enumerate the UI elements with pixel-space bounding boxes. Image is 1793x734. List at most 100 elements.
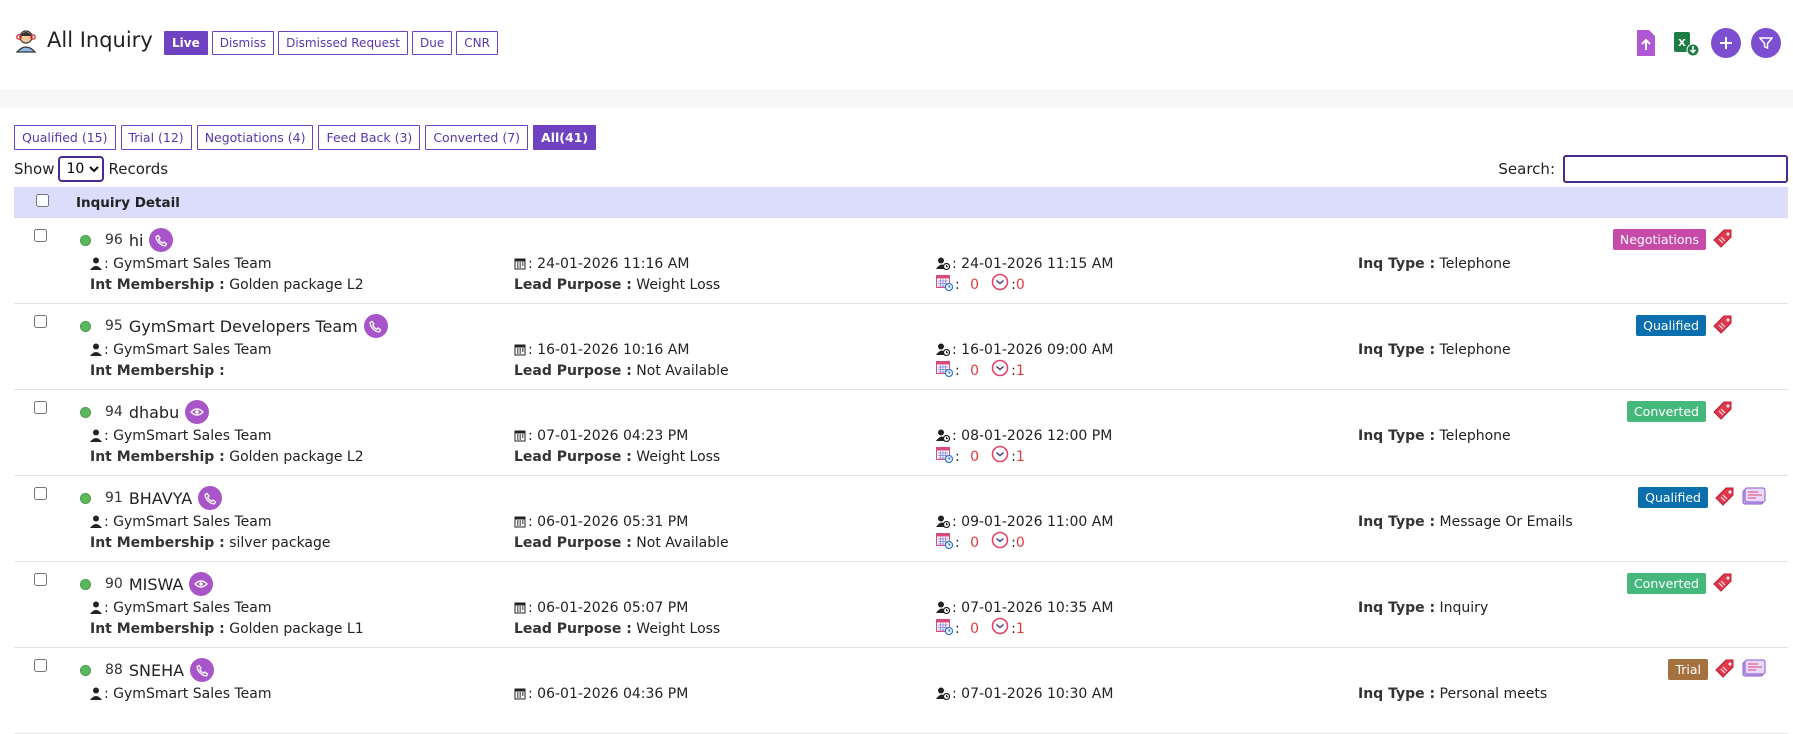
followup-date: : 08-01-2026 12:00 PM xyxy=(936,428,1112,444)
overdue-count: 0 xyxy=(1015,277,1025,293)
inquiry-name[interactable]: MISWA xyxy=(129,575,184,594)
status-dot xyxy=(80,406,91,418)
inquiry-title: 95 GymSmart Developers Team xyxy=(80,314,388,338)
schedule-count: 0 xyxy=(970,621,980,637)
inquiry-mode-badge[interactable] xyxy=(149,228,174,252)
schedule-calendar-icon xyxy=(936,619,953,635)
filter-tab-all[interactable]: All(41) xyxy=(533,125,597,150)
status-tabs: Live Dismiss Dismissed Request Due CNR xyxy=(164,31,498,55)
stage-actions: Converted xyxy=(1626,400,1734,422)
created-date-value: : 16-01-2026 10:16 AM xyxy=(528,342,690,358)
price-tag-icon[interactable] xyxy=(1712,228,1734,250)
upload-icon[interactable] xyxy=(1631,28,1661,58)
calendar-icon xyxy=(514,344,526,356)
row-checkbox[interactable] xyxy=(34,401,47,414)
status-tab-dismissed-request[interactable]: Dismissed Request xyxy=(278,31,409,55)
phone-icon xyxy=(196,664,208,676)
filter-tab-feed-back[interactable]: Feed Back (3) xyxy=(318,125,421,150)
add-button[interactable] xyxy=(1711,28,1741,58)
price-tag-icon[interactable] xyxy=(1712,572,1734,594)
schedule-calendar-icon xyxy=(936,275,953,291)
int-membership-label: Int Membership : xyxy=(90,449,225,465)
price-tag-icon[interactable] xyxy=(1714,486,1736,508)
inquiry-name[interactable]: GymSmart Developers Team xyxy=(129,317,358,336)
inquiry-mode-badge[interactable] xyxy=(190,658,215,682)
eye-icon xyxy=(194,580,209,588)
stage-badge: Trial xyxy=(1668,658,1708,680)
price-tag-icon[interactable] xyxy=(1712,400,1734,422)
membership-card-icon[interactable] xyxy=(1742,487,1766,507)
inquiry-type: Inq Type : Telephone xyxy=(1358,342,1511,358)
price-tag-icon[interactable] xyxy=(1714,658,1736,680)
inquiry-id: 96 xyxy=(105,232,123,248)
followup-user-icon xyxy=(936,257,950,270)
page-size-select[interactable]: 10 xyxy=(58,156,105,182)
inquiry-name[interactable]: dhabu xyxy=(129,403,179,422)
inquiry-mode-badge[interactable] xyxy=(198,486,223,510)
page-title-group: All Inquiry xyxy=(13,27,153,53)
inq-type-label: Inq Type : xyxy=(1358,514,1436,530)
inquiry-mode-badge[interactable] xyxy=(185,400,210,424)
filter-tab-qualified[interactable]: Qualified (15) xyxy=(14,125,116,150)
inquiry-name[interactable]: BHAVYA xyxy=(129,489,192,508)
user-icon xyxy=(90,601,102,614)
search-input[interactable] xyxy=(1563,155,1788,183)
inquiry-mode-badge[interactable] xyxy=(363,314,388,338)
inq-type-label: Inq Type : xyxy=(1358,256,1436,272)
assigned-team-value: : GymSmart Sales Team xyxy=(104,342,272,358)
lead-purpose-value: Not Available xyxy=(636,535,729,551)
followup-user-icon xyxy=(936,515,950,528)
followup-counts: : 0:0 xyxy=(936,273,1025,293)
search-label: Search: xyxy=(1498,160,1555,178)
status-tab-live[interactable]: Live xyxy=(164,31,208,55)
inquiry-type: Inq Type : Inquiry xyxy=(1358,600,1488,616)
search-control: Search: xyxy=(1498,155,1788,183)
int-membership-label: Int Membership : xyxy=(90,277,225,293)
inquiry-list: 96 hi: GymSmart Sales Team: 24-01-2026 11… xyxy=(14,218,1788,734)
int-membership-value: Golden package L2 xyxy=(229,277,364,293)
status-tab-dismiss[interactable]: Dismiss xyxy=(211,31,275,55)
inquiry-title: 94 dhabu xyxy=(80,400,210,424)
inq-type-value: Telephone xyxy=(1439,256,1511,272)
int-membership-label: Int Membership : xyxy=(90,621,225,637)
schedule-count: 0 xyxy=(970,277,980,293)
followup-date-value: : 07-01-2026 10:30 AM xyxy=(952,686,1114,702)
inquiry-id: 88 xyxy=(105,662,123,678)
inquiry-mode-badge[interactable] xyxy=(189,572,214,596)
inquiry-type: Inq Type : Personal meets xyxy=(1358,686,1547,702)
followup-counts: : 0:1 xyxy=(936,617,1025,637)
row-checkbox[interactable] xyxy=(34,487,47,500)
records-label: Records xyxy=(108,160,169,178)
followup-counts: : 0:1 xyxy=(936,445,1025,465)
filter-button[interactable] xyxy=(1751,28,1781,58)
select-all-checkbox[interactable] xyxy=(36,194,49,207)
excel-download-icon[interactable]: X xyxy=(1671,28,1701,58)
filter-tab-converted[interactable]: Converted (7) xyxy=(425,125,529,150)
row-checkbox[interactable] xyxy=(34,315,47,328)
row-checkbox[interactable] xyxy=(34,229,47,242)
inq-type-value: Inquiry xyxy=(1439,600,1489,616)
status-dot xyxy=(80,664,91,676)
calendar-icon xyxy=(514,602,526,614)
inq-type-label: Inq Type : xyxy=(1358,342,1436,358)
status-tab-cnr[interactable]: CNR xyxy=(456,31,498,55)
inq-type-value: Telephone xyxy=(1439,342,1511,358)
table-row: 88 SNEHA: GymSmart Sales Team: 06-01-2026… xyxy=(14,648,1788,734)
membership-card-icon[interactable] xyxy=(1742,659,1766,679)
inquiry-detail-header: Inquiry Detail xyxy=(76,194,180,211)
created-date-value: : 07-01-2026 04:23 PM xyxy=(528,428,689,444)
filter-tab-trial[interactable]: Trial (12) xyxy=(120,125,192,150)
inq-type-label: Inq Type : xyxy=(1358,428,1436,444)
inquiry-name[interactable]: SNEHA xyxy=(129,661,184,680)
status-tab-due[interactable]: Due xyxy=(412,31,453,55)
price-tag-icon[interactable] xyxy=(1712,314,1734,336)
filter-tab-negotiations[interactable]: Negotiations (4) xyxy=(196,125,314,150)
row-checkbox[interactable] xyxy=(34,659,47,672)
inquiry-name[interactable]: hi xyxy=(129,231,144,250)
assigned-team: : GymSmart Sales Team xyxy=(90,686,271,702)
int-membership-value: Golden package L1 xyxy=(229,621,364,637)
assigned-team-value: : GymSmart Sales Team xyxy=(104,514,272,530)
user-icon xyxy=(90,429,102,442)
row-checkbox[interactable] xyxy=(34,573,47,586)
created-date-value: : 06-01-2026 05:31 PM xyxy=(528,514,689,530)
